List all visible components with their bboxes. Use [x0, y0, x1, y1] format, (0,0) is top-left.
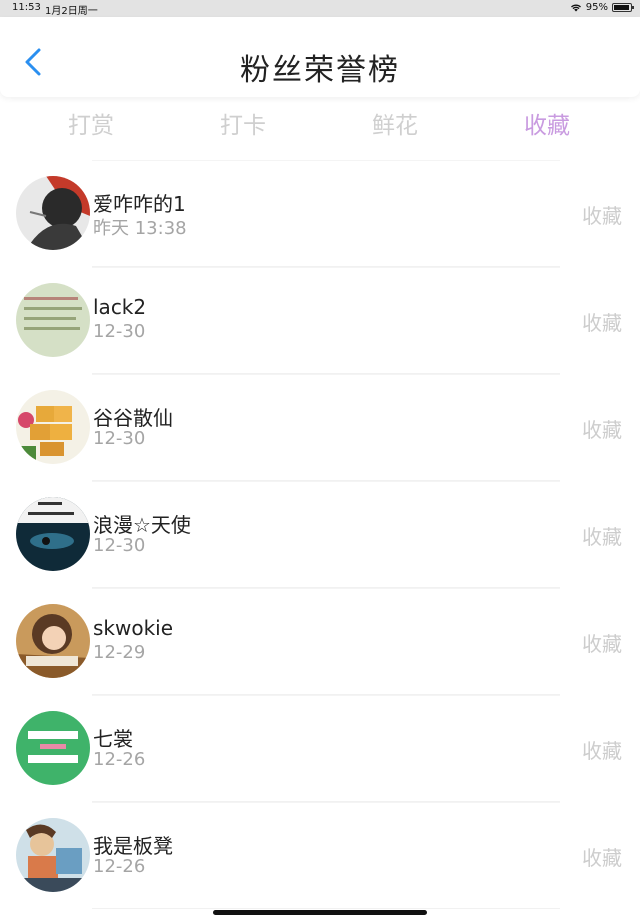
favorite-label: 收藏: [582, 204, 622, 228]
status-right: 95%: [570, 2, 634, 13]
list-item[interactable]: 谷谷散仙 12-30 收藏: [0, 374, 640, 481]
tab-bar: 打赏 打卡 鲜花 收藏: [0, 100, 640, 146]
status-date: 1月2日周一: [45, 6, 98, 17]
fan-date: 12-26: [93, 749, 146, 770]
avatar[interactable]: [16, 283, 90, 357]
status-time: 11:53: [12, 2, 41, 13]
list-item[interactable]: 爱咋咋的1 昨天 13:38 收藏: [0, 160, 640, 267]
tab-favorites[interactable]: 收藏: [524, 106, 570, 140]
tab-checkin[interactable]: 打卡: [220, 106, 266, 140]
tab-reward[interactable]: 打赏: [68, 106, 114, 140]
favorite-label: 收藏: [582, 525, 622, 549]
fan-date: 12-26: [93, 856, 146, 877]
nav-bar: 粉丝荣誉榜: [0, 17, 640, 97]
favorite-label: 收藏: [582, 418, 622, 442]
fan-date: 昨天 13:38: [93, 218, 187, 239]
battery-fill: [614, 5, 630, 10]
fan-name: lack2: [93, 295, 147, 319]
status-bar: 11:53 1月2日周一 95%: [0, 0, 640, 17]
list-item[interactable]: 我是板凳 12-26 收藏: [0, 802, 640, 909]
favorite-label: 收藏: [582, 311, 622, 335]
avatar[interactable]: [16, 497, 90, 571]
fan-date: 12-29: [93, 642, 146, 663]
avatar[interactable]: [16, 604, 90, 678]
favorite-label: 收藏: [582, 632, 622, 656]
wifi-icon: [570, 4, 581, 12]
home-indicator[interactable]: [213, 910, 427, 915]
fan-list: 爱咋咋的1 昨天 13:38 收藏 lack2 12-30 收藏 谷谷散仙 12…: [0, 160, 640, 909]
fan-name: 我是板凳: [93, 834, 173, 858]
list-item[interactable]: lack2 12-30 收藏: [0, 267, 640, 374]
fan-date: 12-30: [93, 428, 146, 449]
battery-percent: 95%: [585, 2, 608, 13]
tab-flowers[interactable]: 鲜花: [372, 106, 418, 140]
favorite-label: 收藏: [582, 739, 622, 763]
page-title: 粉丝荣誉榜: [240, 53, 400, 88]
avatar[interactable]: [16, 711, 90, 785]
fan-name: 爱咋咋的1: [93, 192, 186, 216]
favorite-label: 收藏: [582, 846, 622, 870]
avatar[interactable]: [16, 176, 90, 250]
fan-name: skwokie: [93, 616, 174, 640]
battery-icon: [612, 3, 634, 12]
list-item[interactable]: skwokie 12-29 收藏: [0, 588, 640, 695]
fan-date: 12-30: [93, 321, 146, 342]
fan-name: 七裳: [93, 727, 133, 751]
fan-date: 12-30: [93, 535, 146, 556]
avatar[interactable]: [16, 818, 90, 892]
list-item[interactable]: 七裳 12-26 收藏: [0, 695, 640, 802]
list-item[interactable]: 浪漫☆天使 12-30 收藏: [0, 481, 640, 588]
fan-name: 谷谷散仙: [93, 406, 173, 430]
fan-name: 浪漫☆天使: [93, 513, 191, 537]
avatar[interactable]: [16, 390, 90, 464]
